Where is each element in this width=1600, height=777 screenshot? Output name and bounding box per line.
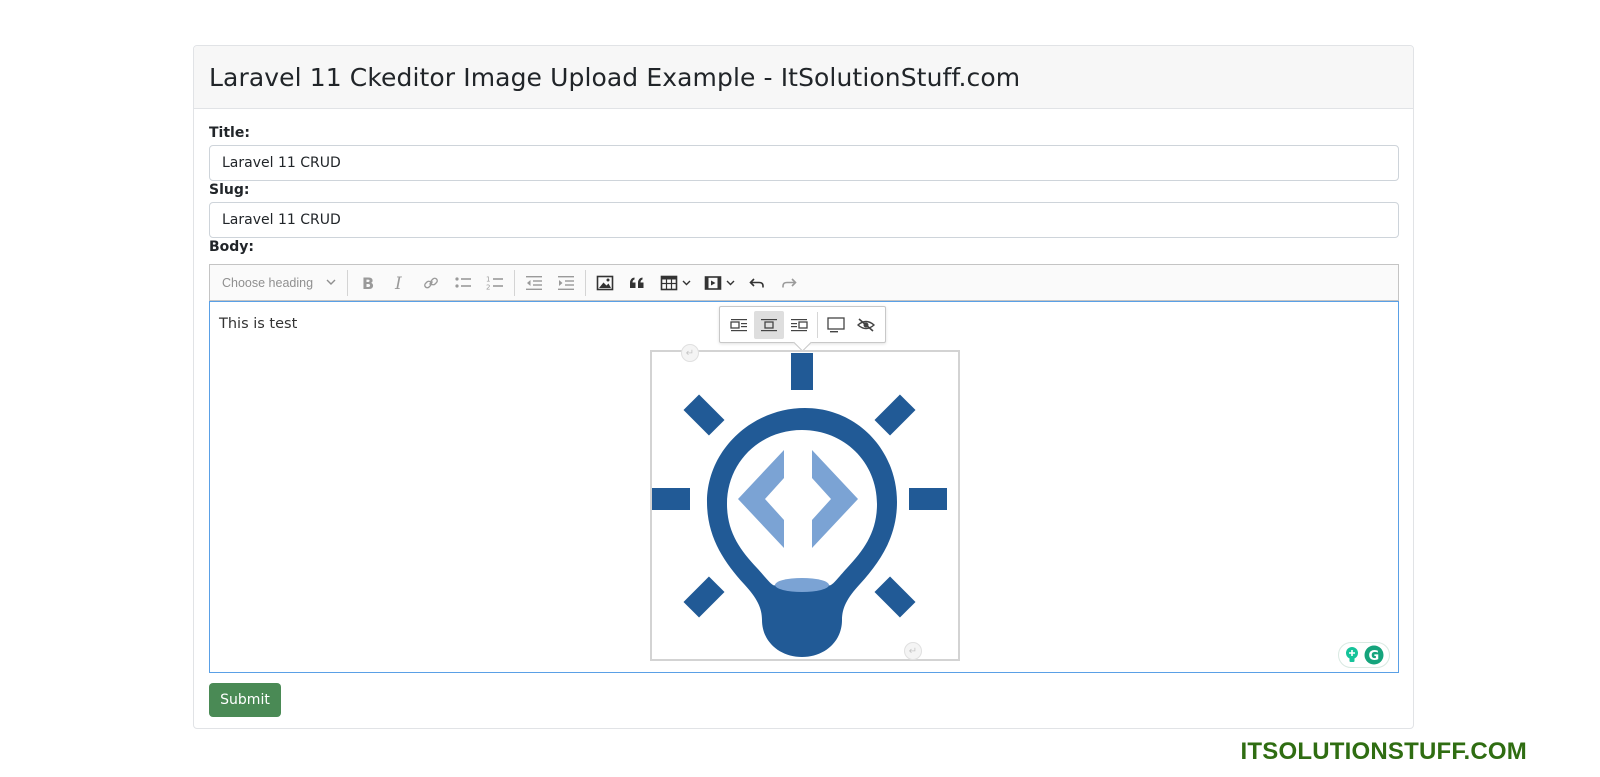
redo-button[interactable]: [773, 268, 805, 298]
bold-button[interactable]: B: [351, 268, 383, 298]
body-label: Body:: [209, 239, 255, 255]
block-quote-button[interactable]: [621, 268, 653, 298]
insert-image-button[interactable]: [589, 268, 621, 298]
title-label: Title:: [209, 125, 250, 141]
slug-label: Slug:: [209, 182, 250, 198]
image-align-left-icon: [730, 318, 747, 331]
image-align-right-icon: [791, 318, 808, 331]
page-title: Laravel 11 Ckeditor Image Upload Example…: [209, 62, 1021, 92]
bold-icon: B: [362, 274, 374, 292]
submit-button[interactable]: Submit: [209, 683, 281, 717]
image-insert-paragraph-after-handle[interactable]: ↵: [904, 642, 922, 660]
undo-icon: [749, 277, 764, 287]
link-button[interactable]: [415, 268, 447, 298]
svg-text:I: I: [394, 274, 402, 292]
lightbulb-suggestion-icon: [1346, 647, 1358, 662]
image-toolbar: [719, 306, 886, 343]
numbered-list-button[interactable]: 12: [479, 268, 511, 298]
outdent-button[interactable]: [518, 268, 550, 298]
uploaded-image-frame[interactable]: ↵ ↵: [650, 344, 960, 661]
form-card: Laravel 11 Ckeditor Image Upload Example…: [193, 45, 1414, 729]
insert-media-icon: [704, 275, 721, 290]
image-align-center-button[interactable]: [754, 310, 784, 339]
redo-icon: [782, 277, 797, 287]
indent-icon: [558, 275, 574, 290]
editor-toolbar: Choose heading B I 12: [209, 264, 1399, 301]
editor-paragraph: This is test: [219, 316, 298, 332]
return-arrow-icon: ↵: [908, 645, 918, 657]
heading-dropdown-label: Choose heading: [222, 275, 314, 290]
card-header: Laravel 11 Ckeditor Image Upload Example…: [194, 46, 1413, 109]
toolbar-separator: [585, 269, 586, 296]
insert-table-button[interactable]: [653, 268, 697, 298]
svg-text:2: 2: [486, 283, 490, 291]
alt-text-icon: [857, 317, 875, 332]
chevron-down-icon: [682, 280, 690, 285]
heading-dropdown[interactable]: Choose heading: [216, 269, 344, 297]
insert-media-button[interactable]: [697, 268, 741, 298]
svg-text:G: G: [1369, 649, 1380, 664]
title-input[interactable]: [209, 145, 1399, 181]
image-caption-button[interactable]: [821, 311, 851, 339]
outdent-icon: [526, 275, 542, 290]
image-toolbar-separator: [817, 311, 818, 338]
editor-content-area[interactable]: This is test ↵ ↵ G: [209, 301, 1399, 673]
insert-image-icon: [596, 275, 614, 290]
grammarly-widget[interactable]: G: [1338, 642, 1390, 668]
grammarly-icon: G: [1364, 645, 1384, 665]
lightbulb-code-logo: [652, 353, 947, 657]
chevron-down-icon: [726, 280, 734, 285]
chevron-down-icon: [326, 279, 336, 285]
undo-button[interactable]: [741, 268, 773, 298]
return-arrow-icon: ↵: [685, 347, 695, 359]
toolbar-separator: [514, 269, 515, 296]
italic-button[interactable]: I: [383, 268, 415, 298]
image-insert-paragraph-before-handle[interactable]: ↵: [681, 344, 699, 362]
site-watermark: ITSOLUTIONSTUFF.COM: [1240, 738, 1527, 765]
image-align-center-icon: [761, 318, 777, 331]
toolbar-separator: [347, 269, 348, 296]
insert-table-icon: [660, 275, 677, 290]
link-icon: [424, 277, 438, 288]
indent-button[interactable]: [550, 268, 582, 298]
image-align-right-button[interactable]: [784, 311, 814, 339]
bulleted-list-button[interactable]: [447, 268, 479, 298]
numbered-list-icon: 12: [486, 275, 503, 291]
alt-text-button[interactable]: [851, 311, 881, 339]
block-quote-icon: [630, 277, 644, 288]
slug-input[interactable]: [209, 202, 1399, 238]
image-align-left-button[interactable]: [724, 311, 754, 339]
image-caption-icon: [827, 316, 845, 332]
bulleted-list-icon: [455, 276, 471, 288]
svg-text:1: 1: [486, 275, 490, 283]
svg-text:B: B: [362, 274, 374, 292]
italic-icon: I: [394, 274, 402, 292]
